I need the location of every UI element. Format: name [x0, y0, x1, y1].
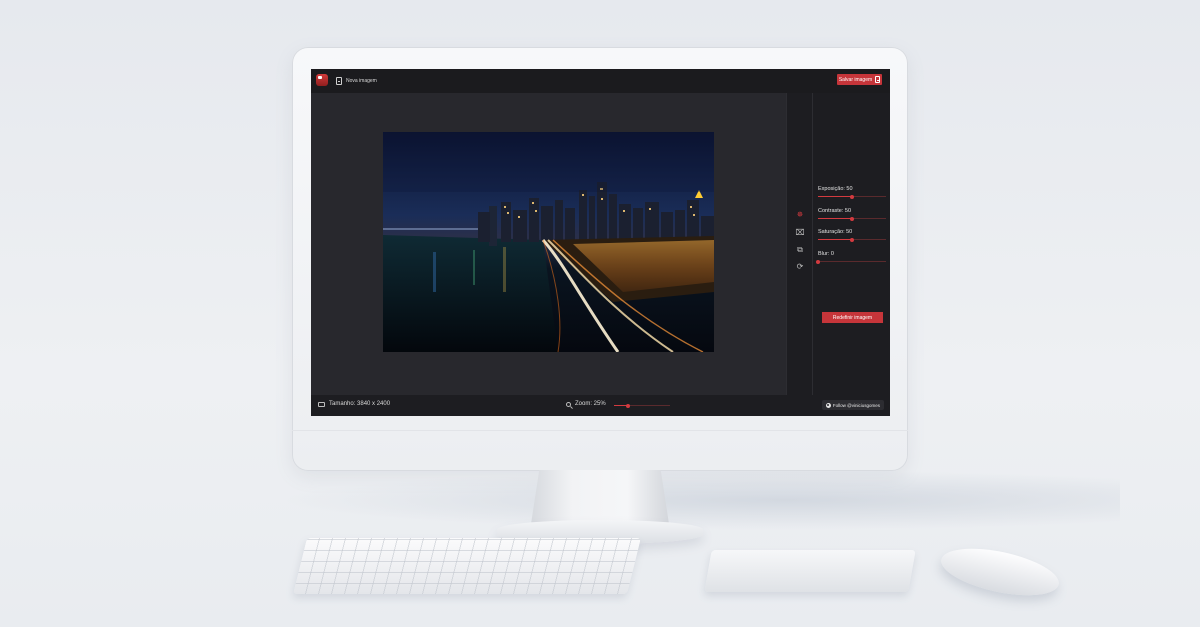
image-icon [318, 401, 325, 407]
zoom-info: Zoom: 25% [566, 401, 606, 407]
adjust-icon[interactable]: ✵ [795, 210, 805, 220]
contrast-slider-fill [818, 218, 852, 219]
github-follow-button[interactable]: Follow @viniciusgomes [821, 400, 884, 410]
reset-image-button[interactable]: Redefinir imagem [822, 312, 883, 323]
exposure-control: Exposição: 50 [818, 186, 886, 199]
edited-photo [383, 132, 714, 352]
github-icon [825, 402, 831, 408]
status-bar: Tamanho: 3840 x 2400 Zoom: 25% Follow @v… [311, 395, 890, 416]
exposure-slider-fill [818, 196, 852, 197]
file-icon [336, 77, 342, 85]
fit-icon[interactable]: ⌧ [795, 228, 805, 238]
saturation-control: Saturação: 50 [818, 229, 886, 242]
desk-shadow [280, 470, 1120, 530]
contrast-control: Contraste: 50 [818, 208, 886, 221]
new-image-button[interactable]: Nova imagem [336, 75, 377, 87]
saturation-slider[interactable] [818, 237, 886, 242]
blur-slider[interactable] [816, 259, 886, 264]
image-size-info: Tamanho: 3840 x 2400 [318, 401, 390, 407]
exposure-label: Exposição: 50 [818, 186, 853, 192]
trackpad [704, 550, 916, 592]
top-bar: Nova imagem Salvar imagem [311, 69, 890, 93]
contrast-slider[interactable] [818, 216, 886, 221]
image-size-label: Tamanho: 3840 x 2400 [329, 401, 391, 407]
save-image-label: Salvar imagem [838, 76, 873, 83]
blur-slider-thumb[interactable] [816, 259, 820, 264]
image-canvas [311, 93, 786, 395]
tool-sidebar: ✵ ⌧ ⧉ ⟳ [786, 93, 812, 395]
monitor-chin [292, 430, 908, 431]
blur-label: Blur: 0 [818, 251, 834, 257]
zoom-slider-thumb[interactable] [626, 403, 630, 408]
city-night-photo [383, 132, 714, 352]
exposure-slider[interactable] [818, 194, 886, 199]
save-file-icon [875, 76, 881, 83]
exposure-slider-thumb[interactable] [850, 194, 854, 199]
search-icon [566, 401, 571, 407]
zoom-label: Zoom: 25% [575, 401, 606, 407]
mouse [937, 539, 1063, 605]
keyboard [293, 538, 641, 594]
save-image-button[interactable]: Salvar imagem [837, 74, 882, 85]
new-image-label: Nova imagem [346, 78, 377, 84]
crop-icon[interactable]: ⧉ [795, 245, 805, 255]
app-logo [316, 74, 328, 86]
saturation-label: Saturação: 50 [818, 229, 853, 235]
zoom-slider[interactable] [614, 403, 670, 408]
app-window: Nova imagem Salvar imagem ✵ ⌧ ⧉ ⟳ Exposi… [311, 69, 890, 416]
blur-control: Blur: 0 [816, 251, 886, 264]
saturation-slider-fill [818, 239, 852, 240]
follow-label: Follow @viniciusgomes [832, 402, 880, 408]
contrast-label: Contraste: 50 [818, 208, 852, 214]
contrast-slider-thumb[interactable] [850, 216, 854, 221]
saturation-slider-thumb[interactable] [850, 237, 854, 242]
monitor-stand [531, 470, 669, 524]
adjustments-panel: Exposição: 50 Contraste: 50 Saturação: 5… [812, 93, 890, 395]
rotate-icon[interactable]: ⟳ [795, 262, 805, 272]
